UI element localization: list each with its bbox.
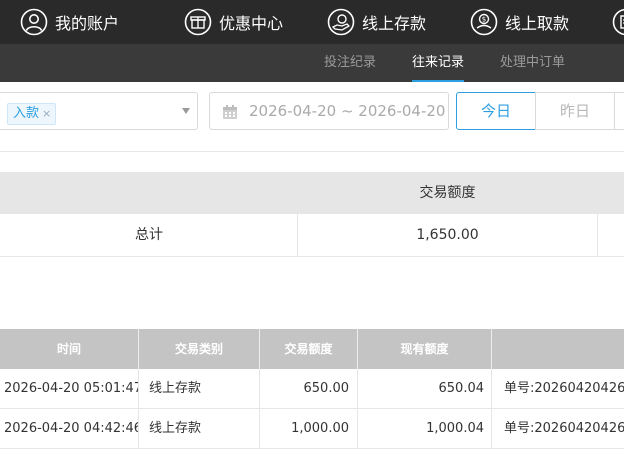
- divider: [138, 409, 139, 448]
- summary-header: 交易额度: [0, 172, 624, 214]
- chip-label: 入款: [13, 106, 40, 121]
- more-range-button[interactable]: [614, 92, 624, 130]
- sub-nav: 投注纪录 往来记录 处理中订单: [0, 44, 624, 82]
- summary-total-amount: 1,650.00: [416, 227, 479, 243]
- divider: [0, 151, 624, 152]
- calendar-icon: [223, 105, 237, 119]
- divider: [491, 329, 492, 369]
- nav-item-label: 我的账户: [55, 14, 120, 33]
- date-range-picker[interactable]: 2026-04-20 ~ 2026-04-20: [209, 92, 449, 130]
- nav-item-label: 优惠中心: [219, 14, 284, 33]
- nav-item-label: 线上取款: [505, 14, 570, 33]
- cell-amount: 1,000.00: [291, 421, 349, 436]
- records-table-header: 时间 交易类别 交易额度 现有额度: [0, 329, 624, 369]
- cell-type: 线上存款: [149, 381, 202, 396]
- svg-text:$: $: [482, 16, 486, 24]
- column-header-amount: 交易额度: [284, 342, 333, 356]
- nav-item-label: 线上存款: [362, 14, 427, 33]
- user-icon: [20, 8, 48, 36]
- chip-close-icon[interactable]: ×: [42, 107, 51, 120]
- transaction-type-select[interactable]: 入款 ×: [0, 92, 198, 130]
- cell-time: 2026-04-20 05:01:47: [4, 381, 138, 396]
- top-nav: 我的账户 优惠中心 线上存款 $ 线上取款: [0, 0, 624, 44]
- tab-pending-orders[interactable]: 处理中订单: [500, 44, 565, 82]
- column-header-time: 时间: [56, 342, 81, 356]
- chevron-down-icon: [182, 108, 190, 114]
- yesterday-button[interactable]: 昨日: [535, 92, 615, 130]
- summary-total-label: 总计: [135, 227, 163, 243]
- nav-item-more[interactable]: [612, 0, 624, 44]
- selected-chip-deposit: 入款 ×: [7, 103, 57, 125]
- today-button[interactable]: 今日: [456, 92, 536, 130]
- cell-remark: 单号:202604204261: [504, 421, 624, 436]
- divider: [491, 369, 492, 408]
- cell-balance: 650.04: [438, 381, 485, 396]
- tab-bet-records[interactable]: 投注纪录: [324, 44, 376, 82]
- divider: [597, 214, 598, 256]
- table-row[interactable]: 2026-04-20 05:01:47 线上存款 650.00 650.04 单…: [0, 369, 624, 409]
- column-header-type: 交易类别: [174, 342, 223, 356]
- nav-item-my-account[interactable]: 我的账户: [20, 0, 119, 44]
- cell-amount: 650.00: [303, 381, 350, 396]
- cell-time: 2026-04-20 04:42:46: [4, 421, 138, 436]
- withdraw-icon: $: [470, 8, 498, 36]
- summary-row: 总计 1,650.00: [0, 214, 624, 257]
- summary-header-amount: 交易额度: [419, 185, 476, 201]
- tab-transaction-records[interactable]: 往来记录: [412, 44, 465, 82]
- nav-item-online-deposit[interactable]: 线上存款: [327, 0, 426, 44]
- table-row[interactable]: 2026-04-20 04:42:46 线上存款 1,000.00 1,000.…: [0, 409, 624, 449]
- deposit-icon: [327, 8, 355, 36]
- nav-item-promotions[interactable]: 优惠中心: [184, 0, 283, 44]
- nav-item-online-withdraw[interactable]: $ 线上取款: [470, 0, 569, 44]
- document-icon: [612, 8, 624, 36]
- cell-type: 线上存款: [149, 421, 202, 436]
- cell-remark: 单号:202604204261: [504, 381, 624, 396]
- column-header-balance: 现有额度: [400, 342, 449, 356]
- divider: [138, 369, 139, 408]
- gift-icon: [184, 8, 212, 36]
- date-range-text: 2026-04-20 ~ 2026-04-20: [249, 102, 446, 120]
- cell-balance: 1,000.04: [426, 421, 484, 436]
- divider: [491, 409, 492, 448]
